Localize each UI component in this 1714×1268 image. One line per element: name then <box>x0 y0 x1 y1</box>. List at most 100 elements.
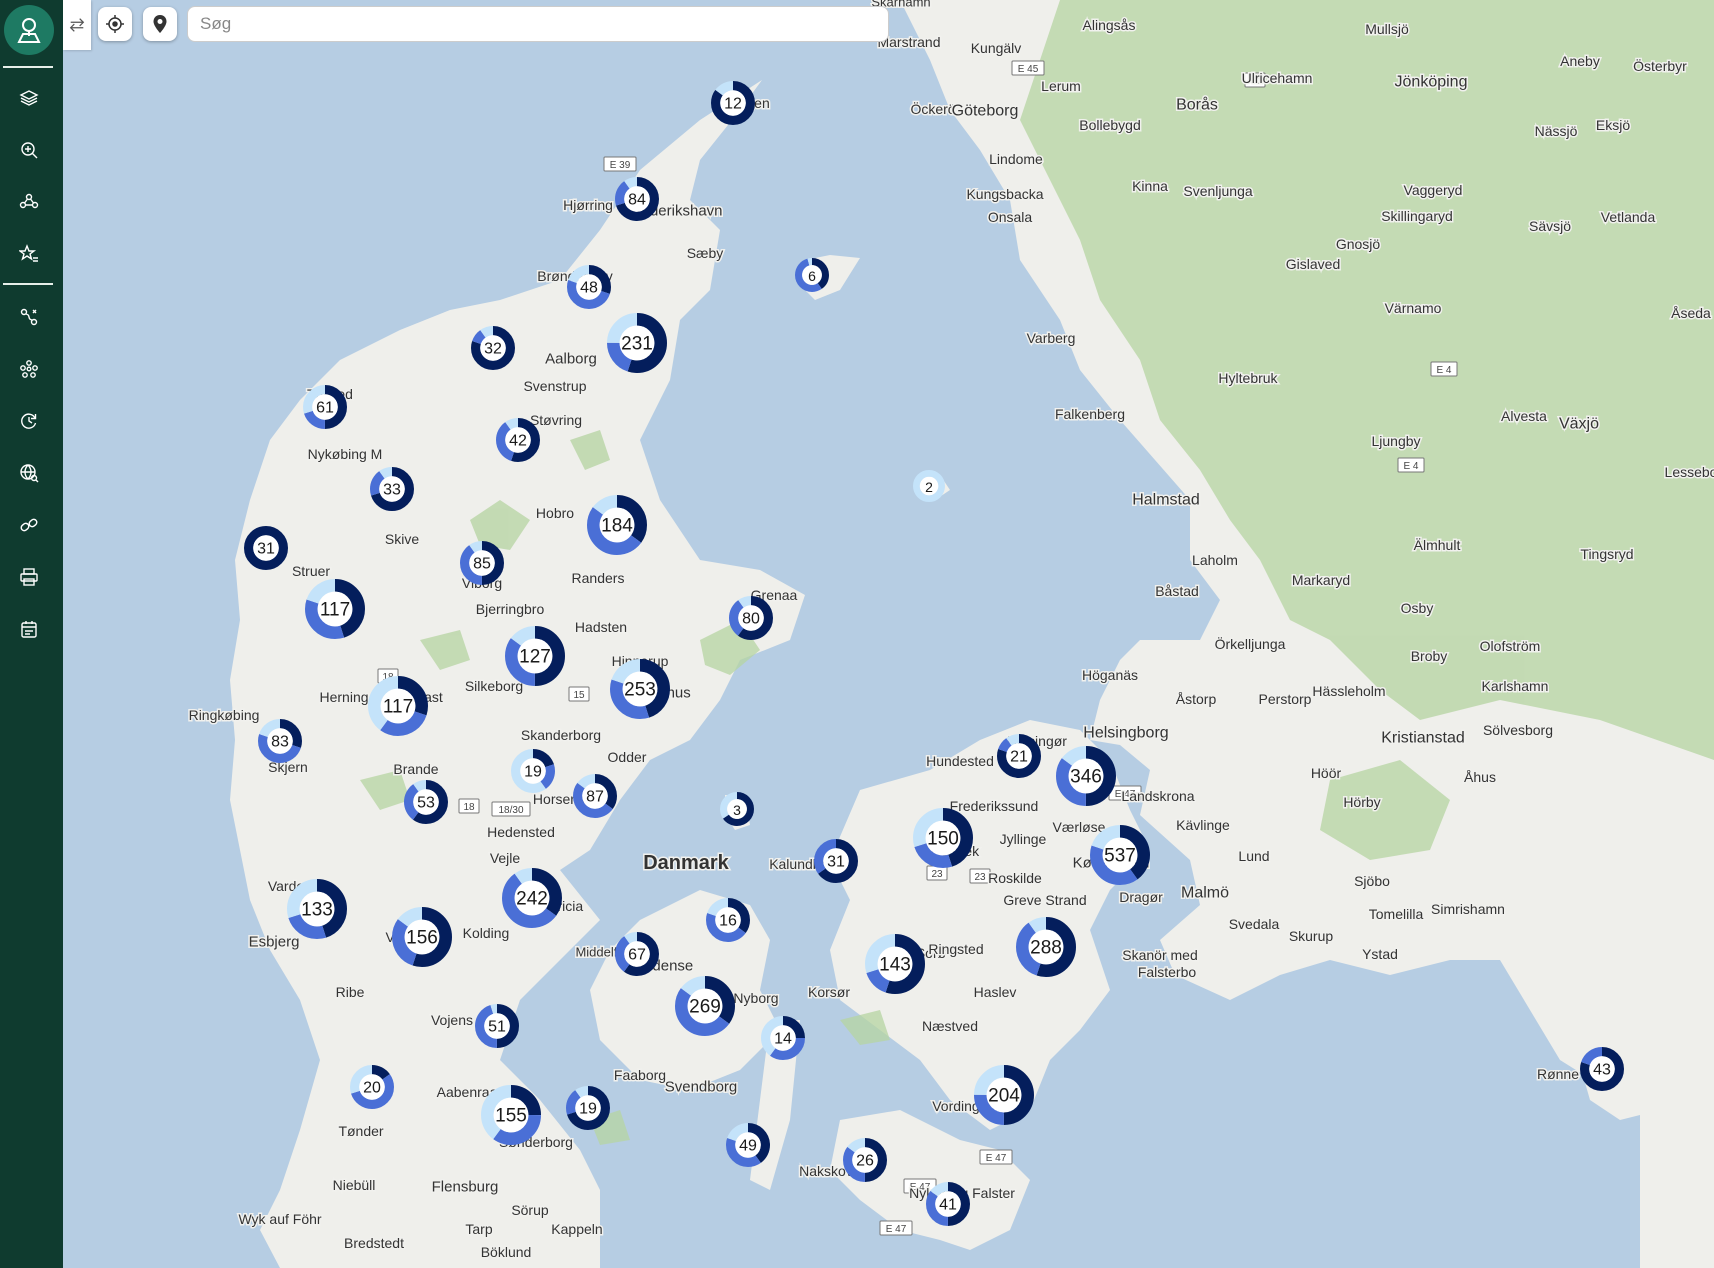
place-label: Svedala <box>1229 916 1280 932</box>
place-label: Ringsted <box>928 941 983 957</box>
search-input[interactable] <box>187 6 889 42</box>
sidebar-item-zoom-search[interactable] <box>14 135 44 165</box>
place-label: Falkenberg <box>1055 406 1125 422</box>
cluster-marker[interactable]: 41 <box>925 1182 970 1227</box>
locate-me-button[interactable] <box>98 7 132 41</box>
cluster-marker[interactable]: 117 <box>304 579 365 640</box>
sidebar-collapse-button[interactable] <box>63 0 91 50</box>
road-shield: 23 <box>926 865 948 881</box>
cluster-marker[interactable]: 16 <box>705 898 750 943</box>
sidebar-item-link[interactable] <box>14 510 44 540</box>
cluster-marker[interactable]: 204 <box>974 1065 1035 1126</box>
place-label: Sæby <box>687 245 724 261</box>
cluster-marker[interactable]: 31 <box>813 839 858 884</box>
place-label: Helsingborg <box>1083 725 1168 742</box>
sidebar-item-history[interactable] <box>14 406 44 436</box>
cluster-marker[interactable]: 21 <box>996 734 1041 779</box>
place-label: Broby <box>1411 648 1448 664</box>
place-label: Svenstrup <box>523 378 586 394</box>
cluster-marker[interactable]: 3 <box>720 791 755 826</box>
cluster-marker[interactable]: 2 <box>912 470 945 503</box>
cluster-marker[interactable]: 53 <box>403 780 448 825</box>
cluster-marker[interactable]: 49 <box>725 1123 770 1168</box>
cluster-marker[interactable]: 127 <box>504 626 565 687</box>
cluster-marker[interactable]: 83 <box>257 719 302 764</box>
cluster-marker[interactable]: 26 <box>842 1138 887 1183</box>
place-label: Landskrona <box>1121 788 1194 804</box>
cluster-marker[interactable]: 14 <box>760 1016 805 1061</box>
place-label: Faaborg <box>614 1067 666 1083</box>
place-label: Korsør <box>808 984 850 1000</box>
cluster-marker[interactable]: 48 <box>566 265 611 310</box>
cluster-marker[interactable]: 84 <box>614 177 659 222</box>
cluster-marker[interactable]: 184 <box>586 495 647 556</box>
cluster-marker[interactable]: 85 <box>459 541 504 586</box>
cluster-marker[interactable]: 117 <box>367 676 428 737</box>
cluster-marker[interactable]: 51 <box>474 1004 519 1049</box>
cluster-count: 6 <box>808 268 816 284</box>
cluster-marker[interactable]: 6 <box>795 257 830 292</box>
cluster-count: 87 <box>586 789 604 806</box>
sidebar-item-calendar[interactable] <box>14 614 44 644</box>
place-label: Sjöbo <box>1354 873 1390 889</box>
cluster-marker[interactable]: 288 <box>1015 917 1076 978</box>
zoom-search-icon <box>21 142 38 159</box>
cluster-marker[interactable]: 537 <box>1089 824 1150 885</box>
cluster-marker[interactable]: 33 <box>369 467 414 512</box>
cluster-marker[interactable]: 150 <box>912 808 973 869</box>
map-canvas[interactable]: E 4540E 39E 4E 4181518 18/30E 4723 23E 47E… <box>0 0 1714 1268</box>
place-label: Lerum <box>1041 78 1081 94</box>
cluster-marker[interactable]: 61 <box>302 385 347 430</box>
road-shield-label: E 47 <box>886 1224 907 1235</box>
sidebar-item-route[interactable] <box>14 302 44 332</box>
cluster-marker[interactable]: 156 <box>391 907 452 968</box>
cluster-marker[interactable]: 87 <box>572 774 617 819</box>
cluster-marker[interactable]: 143 <box>864 934 925 995</box>
cluster-marker[interactable]: 67 <box>614 932 659 977</box>
sidebar-item-globe-search[interactable] <box>14 458 44 488</box>
place-label: Kungälv <box>971 40 1022 56</box>
place-label: Greve Strand <box>1003 892 1086 908</box>
drop-pin-button[interactable] <box>143 7 177 41</box>
cluster-marker[interactable]: 19 <box>510 749 555 794</box>
cluster-marker[interactable]: 43 <box>1579 1047 1624 1092</box>
cluster-marker[interactable]: 242 <box>501 868 562 929</box>
place-label: Bredstedt <box>344 1235 404 1251</box>
place-label: Kappeln <box>551 1221 602 1237</box>
cluster-count: 253 <box>624 680 656 701</box>
cluster-marker[interactable]: 32 <box>470 326 515 371</box>
cluster-marker[interactable]: 231 <box>606 313 667 374</box>
cluster-marker[interactable]: 42 <box>495 418 540 463</box>
cluster-count: 85 <box>473 556 491 573</box>
cluster-count: 80 <box>742 611 760 628</box>
sidebar-item-cluster[interactable] <box>14 354 44 384</box>
road-shield-label: 23 <box>931 869 943 880</box>
sidebar-item-network[interactable] <box>14 187 44 217</box>
cluster-count: 53 <box>417 795 435 812</box>
cluster-marker[interactable]: 269 <box>674 976 735 1037</box>
sidebar-item-print[interactable] <box>14 562 44 592</box>
place-label: Mullsjö <box>1365 21 1409 37</box>
sidebar-item-favorites[interactable] <box>14 239 44 269</box>
sidebar-item-layers[interactable] <box>14 83 44 113</box>
cluster-marker[interactable]: 20 <box>349 1065 394 1110</box>
cluster-marker[interactable]: 133 <box>286 879 347 940</box>
cluster-marker[interactable]: 19 <box>565 1086 610 1131</box>
cluster-icon <box>20 360 38 378</box>
place-label: Ringkøbing <box>189 707 260 723</box>
cluster-count: 19 <box>524 764 542 781</box>
place-label: Hobro <box>536 505 574 521</box>
cluster-count: 16 <box>719 913 737 930</box>
cluster-marker[interactable]: 12 <box>711 81 756 126</box>
cluster-count: 26 <box>856 1153 874 1170</box>
place-label: Malmö <box>1181 885 1229 902</box>
cluster-marker[interactable]: 155 <box>481 1085 542 1146</box>
cluster-count: 43 <box>1593 1062 1611 1079</box>
cluster-marker[interactable]: 31 <box>243 526 288 571</box>
cluster-marker[interactable]: 253 <box>609 659 670 720</box>
cluster-marker[interactable]: 346 <box>1055 745 1116 806</box>
cluster-marker[interactable]: 80 <box>728 596 773 641</box>
app-logo[interactable] <box>4 5 54 55</box>
cluster-count: 288 <box>1030 938 1062 959</box>
place-label: Vetlanda <box>1601 209 1656 225</box>
